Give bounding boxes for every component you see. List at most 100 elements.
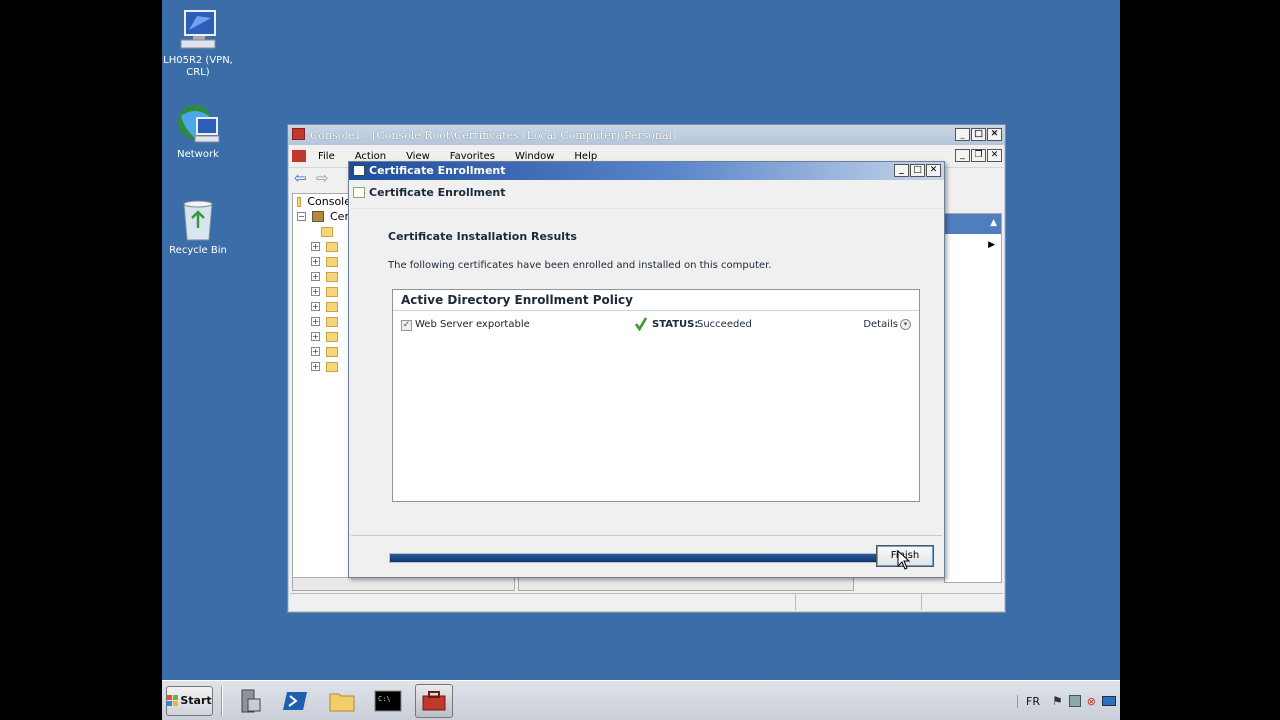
tree-item-label: Console bbox=[307, 195, 351, 208]
tree-item-label: Cer bbox=[330, 210, 349, 223]
actions-header[interactable]: ▲ bbox=[945, 214, 1001, 234]
close-button[interactable]: ✕ bbox=[987, 128, 1002, 141]
volume-muted-icon[interactable]: ⊗ bbox=[1087, 695, 1096, 708]
system-tray: FR ⚑ ⊗ bbox=[1017, 681, 1120, 720]
menu-favorites[interactable]: Favorites bbox=[440, 151, 505, 162]
tree-item[interactable]: + bbox=[293, 254, 351, 269]
start-button[interactable]: Start bbox=[166, 685, 213, 716]
expand-icon[interactable]: + bbox=[311, 302, 320, 311]
menu-file[interactable]: File bbox=[308, 151, 345, 162]
mmc-app-icon bbox=[292, 128, 305, 140]
success-check-icon bbox=[635, 317, 647, 331]
more-actions-arrow-icon[interactable]: ▶ bbox=[988, 240, 995, 250]
tree-item[interactable]: + bbox=[293, 269, 351, 284]
tree-item[interactable]: + bbox=[293, 329, 351, 344]
taskbar-command-prompt[interactable]: C:\ bbox=[369, 684, 407, 718]
tree-item[interactable]: + bbox=[293, 239, 351, 254]
expand-icon[interactable]: + bbox=[311, 272, 320, 281]
forward-arrow-icon[interactable]: ⇨ bbox=[316, 171, 329, 186]
certificate-checkbox[interactable]: ✓ bbox=[401, 320, 412, 331]
enrollment-results-list: Active Directory Enrollment Policy ✓ Web… bbox=[392, 289, 920, 502]
folder-icon bbox=[297, 196, 302, 207]
tree-item-console-root[interactable]: Console bbox=[293, 194, 351, 209]
child-minimize-button[interactable]: _ bbox=[955, 149, 970, 162]
certificate-enrollment-dialog: Certificate Enrollment _ □ ✕ Certificate… bbox=[348, 161, 945, 578]
dialog-title: Certificate Enrollment bbox=[369, 164, 506, 177]
tree-item[interactable]: + bbox=[293, 284, 351, 299]
explorer-folder-icon bbox=[329, 693, 355, 711]
language-indicator[interactable]: FR bbox=[1017, 694, 1040, 708]
expand-icon[interactable]: + bbox=[311, 332, 320, 341]
tree-item[interactable]: + bbox=[293, 344, 351, 359]
menu-action[interactable]: Action bbox=[345, 151, 396, 162]
network-tray-icon[interactable] bbox=[1068, 695, 1081, 707]
dialog-close-button[interactable]: ✕ bbox=[926, 164, 941, 177]
folder-icon bbox=[321, 226, 333, 237]
mmc-doc-icon bbox=[292, 150, 306, 162]
tree-scrollbar[interactable] bbox=[292, 577, 515, 591]
status-key: STATUS: bbox=[652, 319, 699, 330]
folder-icon bbox=[326, 256, 338, 267]
taskbar-server-manager[interactable] bbox=[231, 684, 269, 718]
child-close-button[interactable]: ✕ bbox=[987, 149, 1002, 162]
desktop-icon-recycle-bin[interactable]: Recycle Bin bbox=[162, 198, 238, 257]
page-description: The following certificates have been enr… bbox=[388, 260, 772, 271]
minimize-button[interactable]: _ bbox=[955, 128, 970, 141]
taskbar-explorer[interactable] bbox=[323, 684, 361, 718]
desktop-icon-network[interactable]: Network bbox=[162, 102, 238, 161]
collapse-up-icon[interactable]: ▲ bbox=[990, 218, 997, 228]
desktop-icon-label: LH05R2 (VPN, CRL) bbox=[163, 55, 233, 78]
certificate-name: Web Server exportable bbox=[415, 319, 530, 330]
back-arrow-icon[interactable]: ⇦ bbox=[294, 171, 307, 186]
expand-icon[interactable]: + bbox=[311, 257, 320, 266]
display-tray-icon[interactable] bbox=[1102, 696, 1116, 706]
menu-help[interactable]: Help bbox=[564, 151, 607, 162]
expand-icon[interactable]: + bbox=[311, 242, 320, 251]
results-scrollbar[interactable] bbox=[518, 577, 854, 591]
dialog-title-bar[interactable]: Certificate Enrollment _ □ ✕ bbox=[349, 162, 944, 180]
policy-title: Active Directory Enrollment Policy bbox=[393, 290, 919, 311]
dialog-minimize-button[interactable]: _ bbox=[894, 164, 909, 177]
folder-icon bbox=[326, 301, 338, 312]
expand-icon[interactable]: + bbox=[311, 347, 320, 356]
expand-icon[interactable]: + bbox=[311, 362, 320, 371]
action-center-flag-icon[interactable]: ⚑ bbox=[1052, 694, 1063, 708]
collapse-icon[interactable]: − bbox=[297, 212, 306, 221]
mouse-cursor-icon bbox=[897, 550, 911, 570]
dialog-header: Certificate Enrollment bbox=[349, 180, 944, 204]
desktop-icon-label: Network bbox=[177, 149, 219, 160]
server-manager-icon bbox=[241, 689, 261, 712]
child-restore-button[interactable]: ❐ bbox=[971, 149, 986, 162]
mmc-title-bar[interactable]: Console1 - [Console Root\Certificates (L… bbox=[288, 125, 1005, 145]
console-tree: Console − Cer + + + + + + + + + bbox=[292, 193, 352, 583]
desktop-icon-computer[interactable]: LH05R2 (VPN, CRL) bbox=[162, 8, 238, 79]
taskbar-powershell[interactable] bbox=[277, 684, 315, 718]
svg-text:C:\: C:\ bbox=[378, 695, 391, 703]
command-prompt-icon: C:\ bbox=[374, 690, 402, 711]
folder-icon bbox=[326, 271, 338, 282]
computer-icon bbox=[175, 8, 221, 52]
recycle-bin-icon bbox=[175, 198, 221, 242]
tree-item[interactable]: + bbox=[293, 359, 351, 374]
taskbar: Start C:\ FR ⚑ ⊗ bbox=[162, 680, 1120, 720]
tree-item[interactable]: + bbox=[293, 314, 351, 329]
mmc-statusbar bbox=[290, 593, 1003, 610]
status-value: Succeeded bbox=[697, 319, 752, 330]
tree-item[interactable] bbox=[293, 224, 351, 239]
menu-view[interactable]: View bbox=[396, 151, 440, 162]
network-globe-icon bbox=[175, 102, 221, 146]
menu-window[interactable]: Window bbox=[505, 151, 564, 162]
dialog-maximize-button[interactable]: □ bbox=[910, 164, 925, 177]
certificate-icon bbox=[353, 165, 365, 176]
expand-icon[interactable]: + bbox=[311, 287, 320, 296]
details-toggle[interactable]: Details ▾ bbox=[863, 319, 911, 330]
desktop: LH05R2 (VPN, CRL) Network Recycle Bin Co… bbox=[162, 0, 1120, 720]
wizard-page: Certificate Installation Results The fol… bbox=[351, 208, 942, 563]
certificate-enrollment-icon bbox=[353, 187, 365, 198]
expand-icon[interactable]: + bbox=[311, 317, 320, 326]
taskbar-mmc[interactable] bbox=[415, 683, 453, 718]
tree-item-certificates[interactable]: − Cer bbox=[293, 209, 351, 224]
list-item: ✓ Web Server exportable STATUS: Succeede… bbox=[401, 317, 911, 334]
maximize-button[interactable]: □ bbox=[971, 128, 986, 141]
tree-item[interactable]: + bbox=[293, 299, 351, 314]
